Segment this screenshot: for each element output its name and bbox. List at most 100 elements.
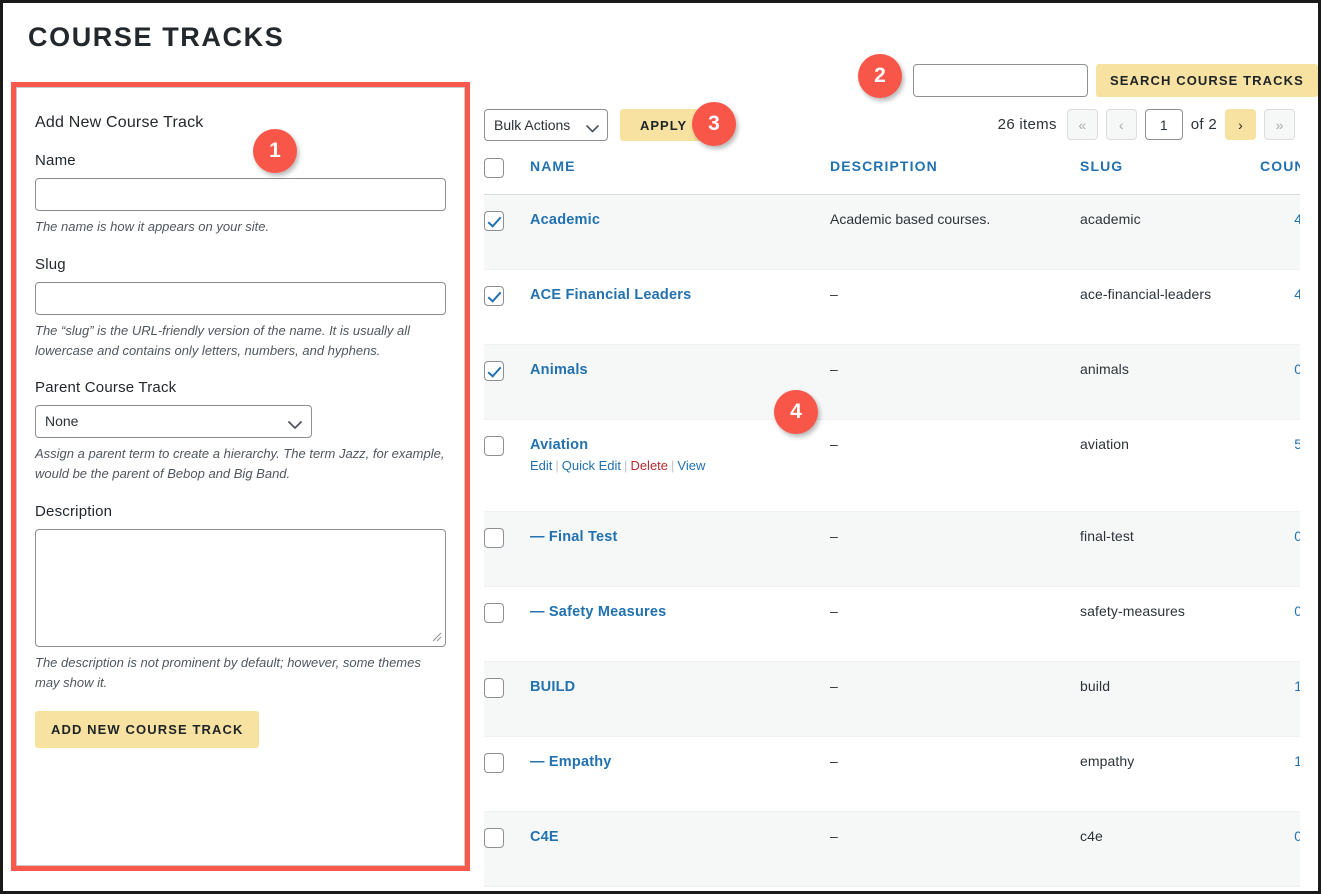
row-name-cell: Academic xyxy=(530,194,830,270)
row-slug-cell: safety-measures xyxy=(1080,586,1260,662)
row-checkbox[interactable] xyxy=(484,753,504,773)
row-slug-cell: c4e xyxy=(1080,811,1260,887)
slug-hint: The “slug” is the URL-friendly version o… xyxy=(35,322,410,358)
row-name-link[interactable]: — Empathy xyxy=(530,754,612,770)
row-count-cell: 4 xyxy=(1260,194,1300,270)
row-count-link[interactable]: 0 xyxy=(1294,603,1300,619)
row-checkbox[interactable] xyxy=(484,828,504,848)
parent-course-track-select-wrap[interactable]: None xyxy=(35,405,312,439)
callout-badge-2: 2 xyxy=(858,54,902,98)
add-new-course-track-highlight: Add New Course Track Name The name is ho… xyxy=(11,82,470,871)
search-input[interactable] xyxy=(913,64,1088,97)
bulk-actions-select[interactable]: Bulk Actions xyxy=(484,109,608,141)
row-action-view[interactable]: View xyxy=(677,458,705,473)
row-count-link[interactable]: 0 xyxy=(1294,828,1300,844)
current-page-input[interactable] xyxy=(1144,109,1183,140)
form-heading: Add New Course Track xyxy=(35,114,204,131)
table-row: ACE Financial Leaders – ace-financial-lead… xyxy=(484,269,1300,345)
row-name-link[interactable]: Aviation xyxy=(530,437,588,453)
course-tracks-table-wrapper: NAME DESCRIPTION SLUG COUNT AcademicAcad… xyxy=(484,158,1300,891)
select-all-checkbox[interactable] xyxy=(484,158,504,178)
row-action-separator: | xyxy=(671,458,675,473)
course-tracks-table: NAME DESCRIPTION SLUG COUNT AcademicAcad… xyxy=(484,158,1300,891)
row-count-link[interactable]: 1 xyxy=(1294,753,1300,769)
search-course-tracks-area: SEARCH COURSE TRACKS xyxy=(913,64,1318,97)
name-input[interactable] xyxy=(35,178,446,211)
row-name-cell: ACE Financial Leaders xyxy=(530,269,830,345)
table-header-row: NAME DESCRIPTION SLUG COUNT xyxy=(484,158,1300,195)
row-select-cell xyxy=(484,586,530,662)
name-hint: The name is how it appears on your site. xyxy=(35,219,270,234)
name-label: Name xyxy=(35,152,76,169)
row-description-cell: – xyxy=(830,736,1080,812)
row-name-cell: — Final Test xyxy=(530,511,830,587)
row-description-cell: – xyxy=(830,344,1080,420)
row-name-link[interactable]: BUILD xyxy=(530,679,575,695)
row-name-link[interactable]: Animals xyxy=(530,362,588,378)
row-select-cell xyxy=(484,736,530,812)
row-slug-cell: ace-financial-leaders xyxy=(1080,269,1260,345)
row-action-edit[interactable]: Edit xyxy=(530,458,552,473)
row-count-cell: 4 xyxy=(1260,269,1300,345)
page-title: COURSE TRACKS xyxy=(28,22,285,52)
table-header: NAME DESCRIPTION SLUG COUNT xyxy=(484,158,1300,195)
row-name-link[interactable]: Academic xyxy=(530,212,600,228)
row-checkbox[interactable] xyxy=(484,211,504,231)
row-count-link[interactable]: 5 xyxy=(1294,436,1300,452)
row-name-link[interactable]: ACE Financial Leaders xyxy=(530,287,691,303)
row-checkbox[interactable] xyxy=(484,528,504,548)
row-action-quick-edit[interactable]: Quick Edit xyxy=(562,458,621,473)
table-row: Aviation Edit | Quick Edit | Delete | View – avia… xyxy=(484,419,1300,512)
row-checkbox[interactable] xyxy=(484,286,504,306)
bulk-actions-select-wrap[interactable]: Bulk Actions xyxy=(484,109,608,141)
table-body: Academic Academic based courses.academic 4… xyxy=(484,194,1300,891)
items-count: 26 items xyxy=(997,116,1057,133)
row-count-link[interactable]: 4 xyxy=(1294,286,1300,302)
parent-course-track-select[interactable]: None xyxy=(35,405,312,439)
row-name-link[interactable]: C4E xyxy=(530,829,559,845)
row-name-link[interactable]: — Final Test xyxy=(530,529,618,545)
slug-input[interactable] xyxy=(35,281,446,315)
row-description-cell: – xyxy=(830,886,1080,891)
row-count-link[interactable]: 4 xyxy=(1294,211,1300,227)
row-count-cell: 5 xyxy=(1260,419,1300,512)
row-slug-cell: empathy xyxy=(1080,736,1260,812)
row-checkbox[interactable] xyxy=(484,678,504,698)
row-slug-cell: academic xyxy=(1080,194,1260,270)
row-checkbox[interactable] xyxy=(484,361,504,381)
description-label: Description xyxy=(35,502,113,520)
row-select-cell xyxy=(484,811,530,887)
column-header-slug[interactable]: SLUG xyxy=(1080,158,1260,195)
column-header-description[interactable]: DESCRIPTION xyxy=(830,158,1080,195)
row-checkbox[interactable] xyxy=(484,436,504,456)
search-course-tracks-button[interactable]: SEARCH COURSE TRACKS xyxy=(1096,64,1318,97)
next-page-button[interactable]: › xyxy=(1225,109,1256,140)
slug-label: Slug xyxy=(35,255,66,273)
row-count-link[interactable]: 0 xyxy=(1294,528,1300,544)
row-name-cell: — Safety Measures xyxy=(530,586,830,662)
description-textarea[interactable] xyxy=(35,528,446,647)
row-count-link[interactable]: 1 xyxy=(1294,678,1300,694)
callout-badge-4: 4 xyxy=(774,390,818,434)
column-header-name[interactable]: NAME xyxy=(530,158,830,195)
first-page-button[interactable]: « xyxy=(1066,109,1098,140)
row-name-link[interactable]: — Safety Measures xyxy=(530,604,666,620)
select-all-header xyxy=(484,158,530,195)
row-action-delete[interactable]: Delete xyxy=(630,458,668,473)
prev-page-button[interactable]: ‹ xyxy=(1105,109,1137,140)
row-name-cell: Aviation Edit | Quick Edit | Delete | View xyxy=(530,419,830,512)
parent-course-track-label: Parent Course Track xyxy=(35,379,177,397)
last-page-button[interactable]: » xyxy=(1264,109,1295,140)
pagination: 26 items « ‹ of 2 › » xyxy=(998,109,1295,140)
column-header-count[interactable]: COUNT xyxy=(1260,158,1300,195)
row-description-cell: Academic based courses. xyxy=(830,194,1080,270)
row-checkbox[interactable] xyxy=(484,603,504,623)
row-actions: Edit | Quick Edit | Delete | View xyxy=(530,458,830,473)
add-new-course-track-form: Add New Course Track Name The name is ho… xyxy=(16,87,465,866)
row-count-cell: 0 xyxy=(1260,886,1300,891)
screenshot-root: COURSE TRACKS Add New Course Track Name … xyxy=(0,0,1321,894)
row-select-cell xyxy=(484,194,530,270)
row-select-cell xyxy=(484,886,530,891)
add-new-course-track-button[interactable]: ADD NEW COURSE TRACK xyxy=(35,711,260,749)
row-count-link[interactable]: 0 xyxy=(1294,361,1300,377)
